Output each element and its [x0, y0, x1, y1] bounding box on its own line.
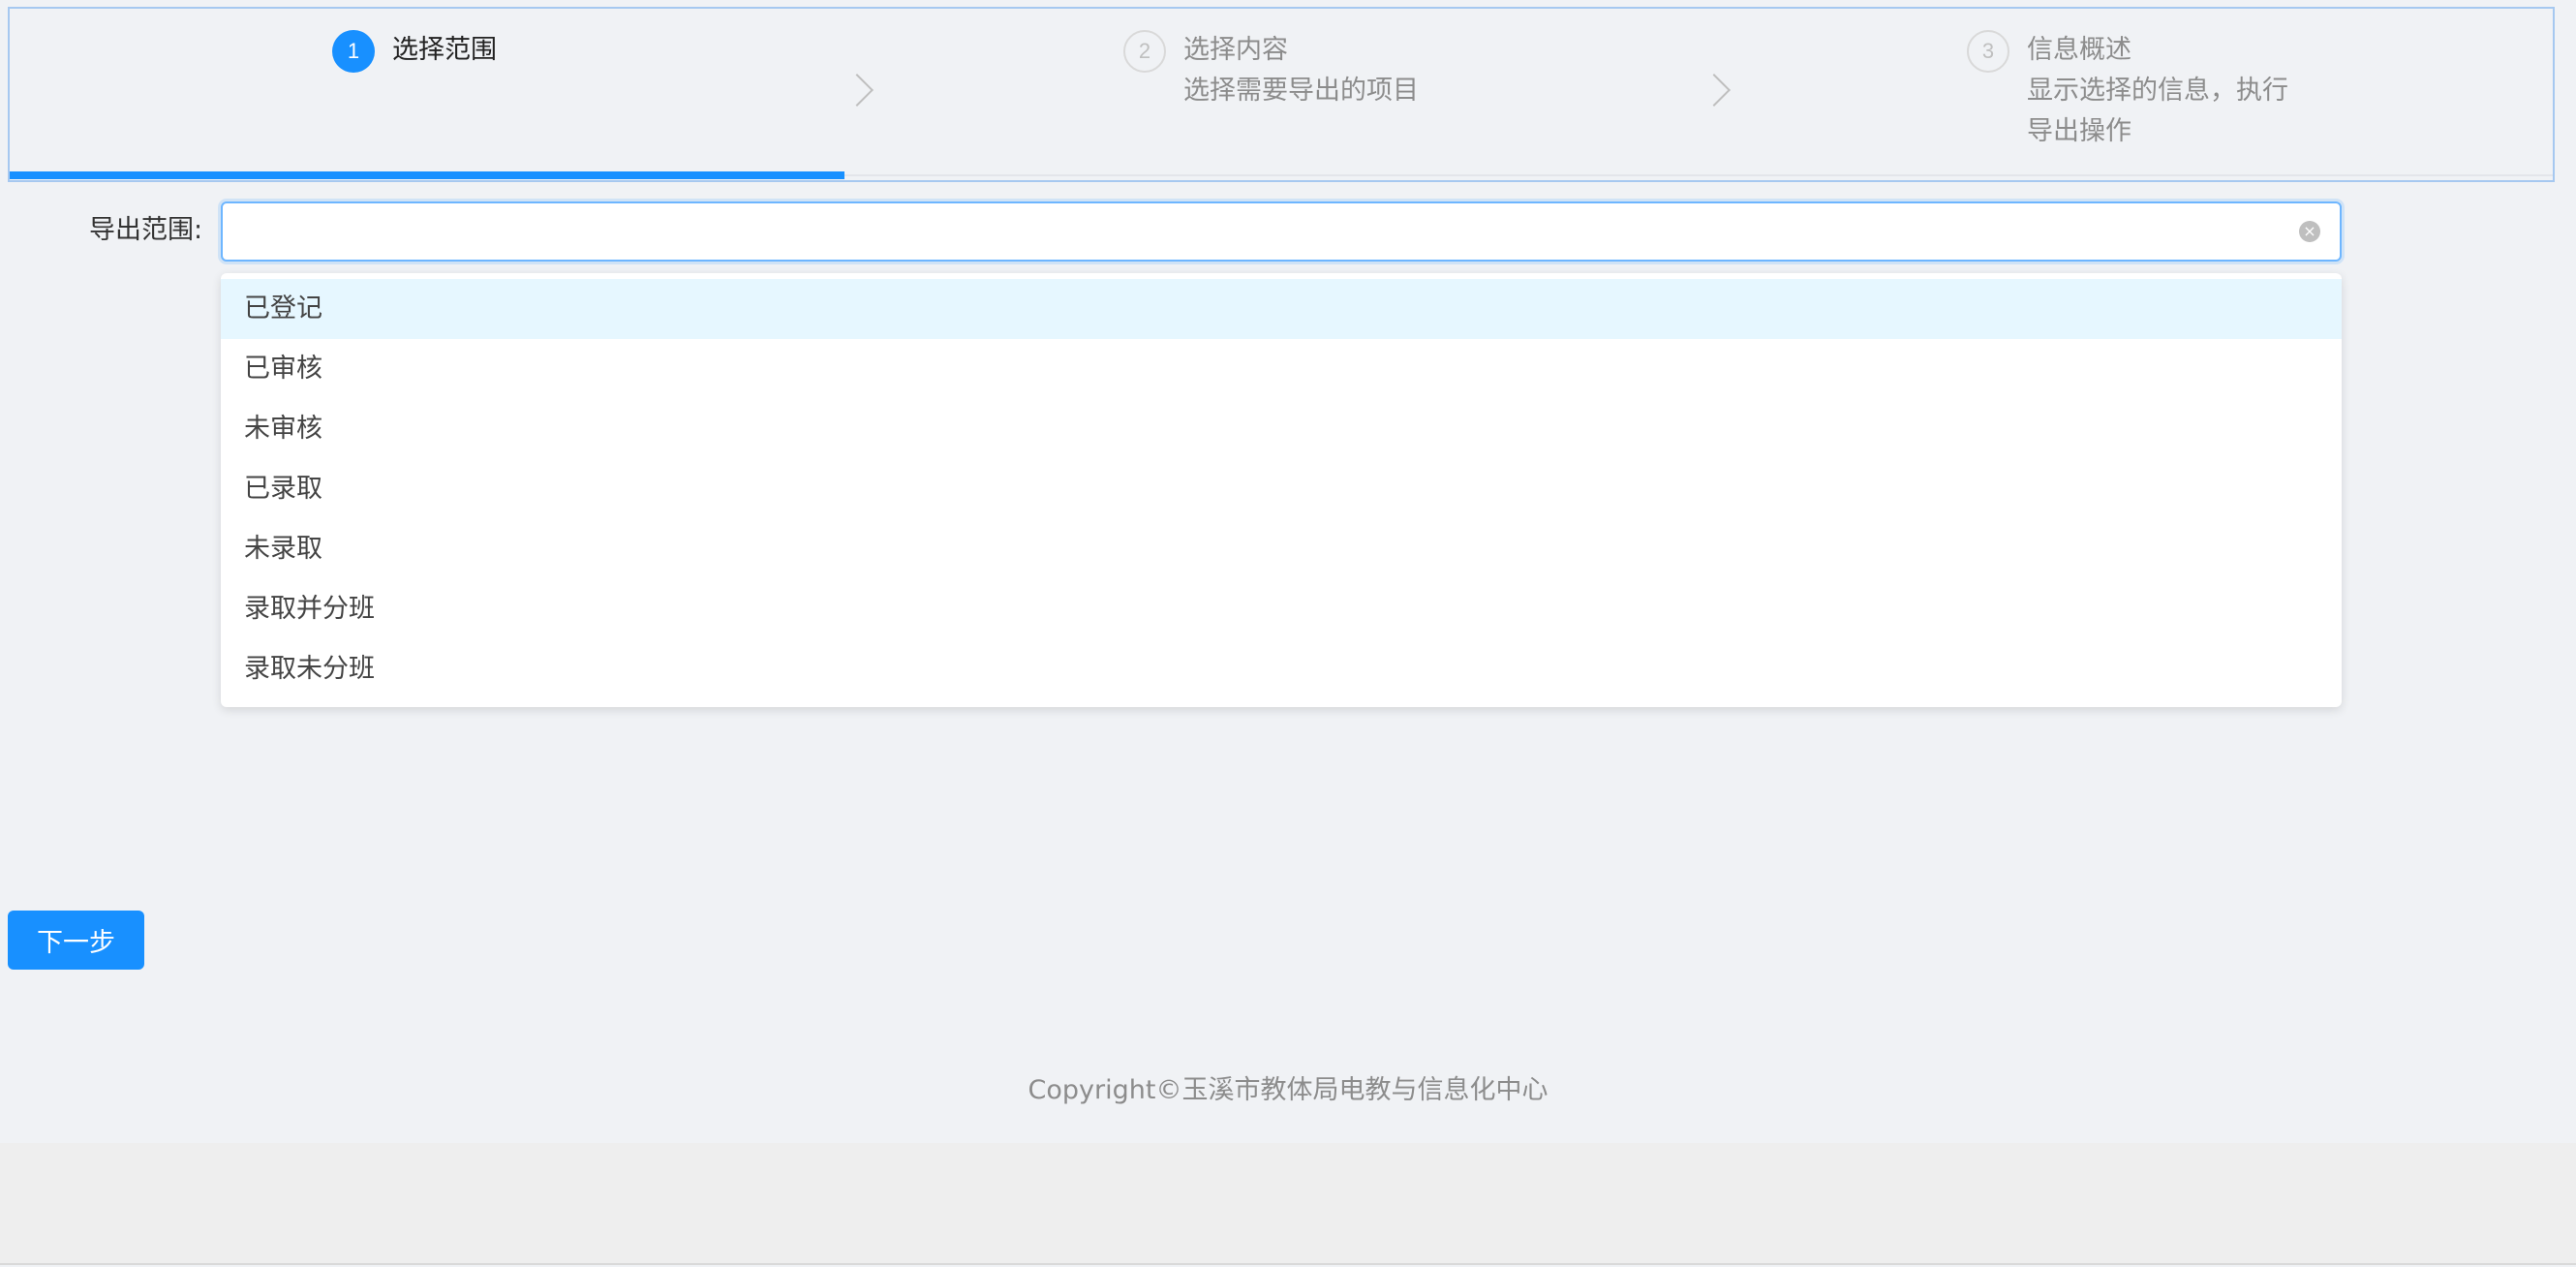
step-3-description-line2: 导出操作: [2027, 116, 2131, 146]
step-3-title: 信息概述: [2027, 35, 2131, 65]
export-range-select[interactable]: ×: [221, 201, 2342, 262]
step-1-number: 1: [332, 30, 375, 73]
export-range-dropdown: 已登记 已审核 未审核 已录取 未录取 录取并分班 录取未分班: [221, 273, 2342, 707]
step-2-title: 选择内容: [1183, 35, 1288, 65]
dropdown-option[interactable]: 已录取: [221, 459, 2342, 519]
steps-bar: 1 选择范围 2 选择内容 选择需要导出的项目 3 信息概述 显示选择的信息，执…: [8, 7, 2555, 182]
steps-progress-bar: [10, 171, 844, 179]
chevron-right-icon: [1698, 74, 1731, 107]
export-range-label: 导出范围:: [89, 215, 203, 245]
step-1-title: 选择范围: [392, 35, 497, 65]
dropdown-option[interactable]: 未审核: [221, 399, 2342, 459]
next-step-button[interactable]: 下一步: [8, 911, 144, 970]
export-range-input[interactable]: [223, 203, 2295, 260]
step-2: 2 选择内容 选择需要导出的项目: [1123, 30, 1419, 111]
dropdown-option[interactable]: 录取并分班: [221, 579, 2342, 639]
footer: [0, 1143, 2576, 1265]
dropdown-option[interactable]: 已审核: [221, 339, 2342, 399]
step-2-description: 选择需要导出的项目: [1183, 76, 1419, 106]
step-1: 1 选择范围: [332, 30, 497, 73]
step-3: 3 信息概述 显示选择的信息，执行 导出操作: [1967, 30, 2288, 152]
dropdown-option[interactable]: 已登记: [221, 279, 2342, 339]
step-3-description-line1: 显示选择的信息，执行: [2027, 76, 2288, 106]
dropdown-option[interactable]: 未录取: [221, 519, 2342, 579]
dropdown-option[interactable]: 录取未分班: [221, 639, 2342, 699]
step-3-number: 3: [1967, 30, 2009, 73]
step-2-number: 2: [1123, 30, 1166, 73]
copyright-text: Copyright©玉溪市教体局电教与信息化中心: [1027, 1075, 1549, 1105]
chevron-right-icon: [841, 74, 874, 107]
clear-icon[interactable]: ×: [2299, 221, 2320, 242]
